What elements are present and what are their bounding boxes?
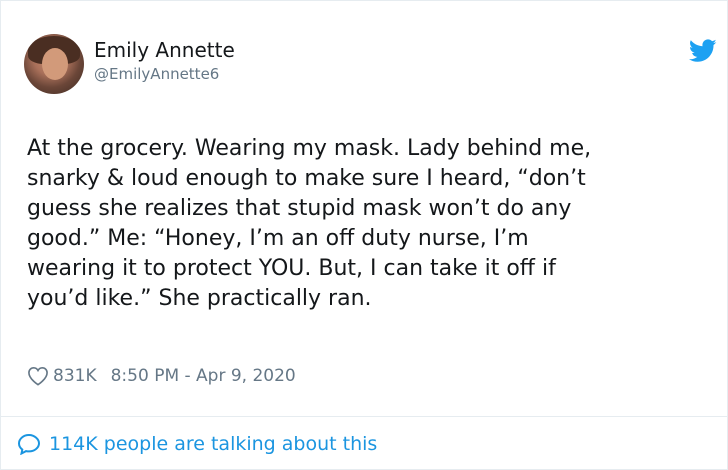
author-handle[interactable]: @EmilyAnnette6: [94, 65, 219, 83]
conversation-link[interactable]: 114K people are talking about this: [17, 431, 377, 457]
tweet-timestamp[interactable]: 8:50 PM - Apr 9, 2020: [111, 366, 296, 386]
conversation-count-text[interactable]: 114K people are talking about this: [49, 433, 377, 455]
avatar[interactable]: [24, 34, 84, 94]
twitter-bird-icon[interactable]: [689, 39, 717, 63]
like-count[interactable]: 831K: [53, 366, 97, 386]
tweet-text: At the grocery. Wearing my mask. Lady be…: [27, 136, 592, 311]
author-name[interactable]: Emily Annette: [94, 38, 235, 62]
tweet-card: Emily Annette @EmilyAnnette6 At the groc…: [0, 0, 728, 470]
divider: [1, 416, 727, 417]
tweet-meta: 831K 8:50 PM - Apr 9, 2020: [27, 364, 296, 388]
heart-icon[interactable]: [27, 366, 49, 386]
avatar-face: [42, 48, 68, 80]
speech-bubble-icon: [17, 433, 41, 455]
